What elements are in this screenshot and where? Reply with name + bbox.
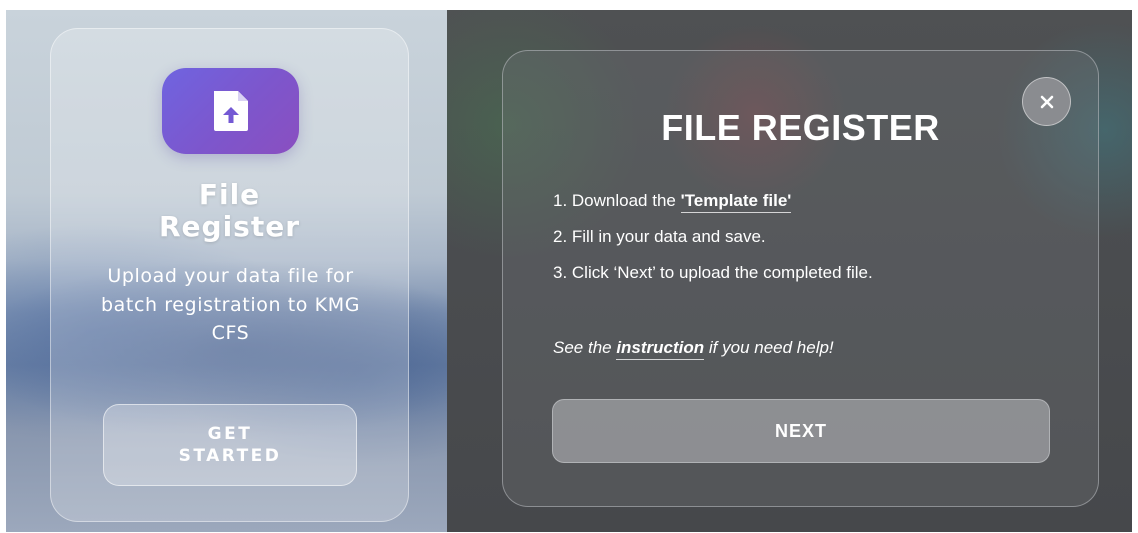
- card-title: File Register: [51, 179, 408, 243]
- step-1-text: 1. Download the: [553, 191, 681, 210]
- step-1: 1. Download the 'Template file': [553, 191, 1073, 227]
- card-description: Upload your data file for batch registra…: [100, 265, 361, 344]
- card-title-line1: File: [198, 178, 261, 211]
- get-started-label-line2: STARTED: [178, 446, 282, 466]
- template-file-link[interactable]: 'Template file': [680, 191, 792, 213]
- file-register-card: File Register Upload your data file for …: [50, 28, 409, 522]
- get-started-button[interactable]: GET STARTED: [103, 404, 357, 486]
- file-upload-icon: [162, 68, 299, 154]
- step-3: 3. Click ‘Next’ to upload the completed …: [553, 263, 873, 282]
- instruction-steps: 1. Download the 'Template file' 2. Fill …: [553, 191, 1073, 299]
- next-button[interactable]: NEXT: [552, 399, 1050, 463]
- file-register-modal: FILE REGISTER 1. Download the 'Template …: [502, 50, 1099, 507]
- get-started-label-line1: GET: [207, 424, 253, 444]
- file-upload-glyph: [213, 91, 248, 131]
- step-2: 2. Fill in your data and save.: [553, 227, 766, 246]
- help-suffix: if you need help!: [704, 338, 834, 357]
- modal-title: FILE REGISTER: [661, 107, 940, 148]
- help-text: See the instruction if you need help!: [553, 338, 1073, 360]
- help-prefix: See the: [553, 338, 617, 357]
- card-title-line2: Register: [158, 210, 301, 243]
- instruction-link[interactable]: instruction: [616, 338, 705, 360]
